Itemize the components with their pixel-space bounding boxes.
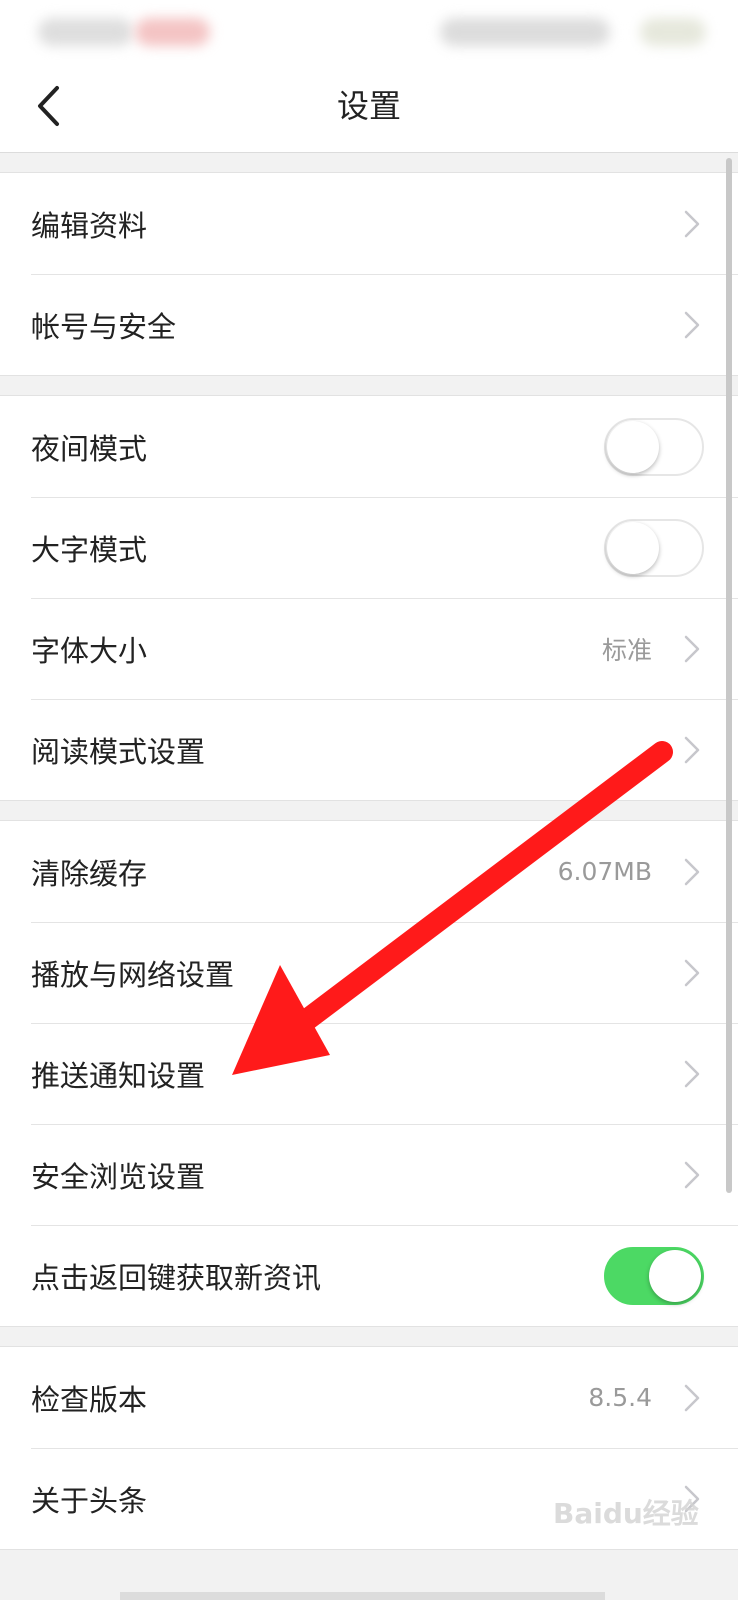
- settings-row-1-1[interactable]: 编辑资料: [0, 173, 738, 274]
- toggle-knob: [607, 420, 659, 473]
- settings-row-label: 点击返回键获取新资讯: [31, 1260, 322, 1295]
- chevron-right-icon: [684, 858, 700, 885]
- toggle-switch[interactable]: [604, 1246, 704, 1305]
- settings-row-3-5[interactable]: 点击返回键获取新资讯: [0, 1225, 738, 1326]
- chevron-right-icon: [684, 210, 700, 237]
- settings-row-label: 字体大小: [31, 633, 148, 668]
- settings-row-value: 标准: [601, 635, 652, 665]
- settings-row-label: 推送通知设置: [31, 1058, 206, 1093]
- toggle-switch[interactable]: [604, 518, 704, 577]
- settings-row-label: 阅读模式设置: [31, 734, 206, 769]
- status-bar-left-blur-2: [135, 18, 210, 46]
- toggle-switch[interactable]: [604, 417, 704, 476]
- settings-row-2-1[interactable]: 夜间模式: [0, 396, 738, 497]
- settings-row-4-1[interactable]: 检查版本 8.5.4: [0, 1347, 738, 1448]
- settings-group-1: 编辑资料 帐号与安全: [0, 172, 738, 376]
- toggle-knob: [607, 521, 659, 574]
- toggle-knob: [649, 1249, 701, 1302]
- settings-row-3-3[interactable]: 推送通知设置: [0, 1023, 738, 1124]
- status-bar-right-blur: [440, 18, 610, 46]
- chevron-right-icon: [684, 1161, 700, 1188]
- settings-row-label: 关于头条: [31, 1483, 148, 1518]
- status-bar-left-blur: [38, 18, 133, 46]
- settings-row-label: 检查版本: [31, 1382, 148, 1417]
- chevron-right-icon: [684, 959, 700, 986]
- settings-row-1-2[interactable]: 帐号与安全: [0, 274, 738, 375]
- settings-group-2: 夜间模式大字模式字体大小 标准阅读模式设置: [0, 395, 738, 801]
- settings-row-2-4[interactable]: 阅读模式设置: [0, 699, 738, 800]
- settings-row-value: 6.07MB: [557, 857, 652, 886]
- settings-row-label: 清除缓存: [31, 856, 148, 891]
- settings-row-label: 帐号与安全: [31, 309, 177, 344]
- status-bar-right-blur-2: [640, 18, 706, 46]
- settings-row-3-4[interactable]: 安全浏览设置: [0, 1124, 738, 1225]
- chevron-right-icon: [684, 635, 700, 662]
- settings-row-label: 夜间模式: [31, 431, 148, 466]
- status-bar: [0, 0, 738, 60]
- settings-group-3: 清除缓存 6.07MB 播放与网络设置 推送通知设置 安全浏览设置点击返回键获取新资讯: [0, 820, 738, 1327]
- chevron-right-icon: [684, 1060, 700, 1087]
- settings-row-3-1[interactable]: 清除缓存 6.07MB: [0, 821, 738, 922]
- settings-list: 编辑资料帐号与安全夜间模式大字模式字体大小 标准阅读模式设置 清除缓存 6.07MB 播…: [0, 153, 738, 1550]
- settings-row-label: 播放与网络设置: [31, 957, 235, 992]
- scrollbar[interactable]: [726, 158, 732, 1193]
- page-title: 设置: [336, 87, 401, 125]
- settings-row-label: 编辑资料: [31, 208, 148, 243]
- chevron-right-icon: [684, 311, 700, 338]
- chevron-right-icon: [684, 1384, 700, 1411]
- settings-row-label: 大字模式: [31, 532, 148, 567]
- settings-row-3-2[interactable]: 播放与网络设置: [0, 922, 738, 1023]
- bottom-strip: [120, 1592, 605, 1600]
- nav-bar: 设置: [0, 60, 738, 153]
- settings-row-label: 安全浏览设置: [31, 1159, 206, 1194]
- settings-row-2-2[interactable]: 大字模式: [0, 497, 738, 598]
- chevron-right-icon: [684, 736, 700, 763]
- settings-row-value: 8.5.4: [588, 1383, 652, 1412]
- watermark: Baidu经验: [553, 1497, 699, 1530]
- settings-row-2-3[interactable]: 字体大小 标准: [0, 598, 738, 699]
